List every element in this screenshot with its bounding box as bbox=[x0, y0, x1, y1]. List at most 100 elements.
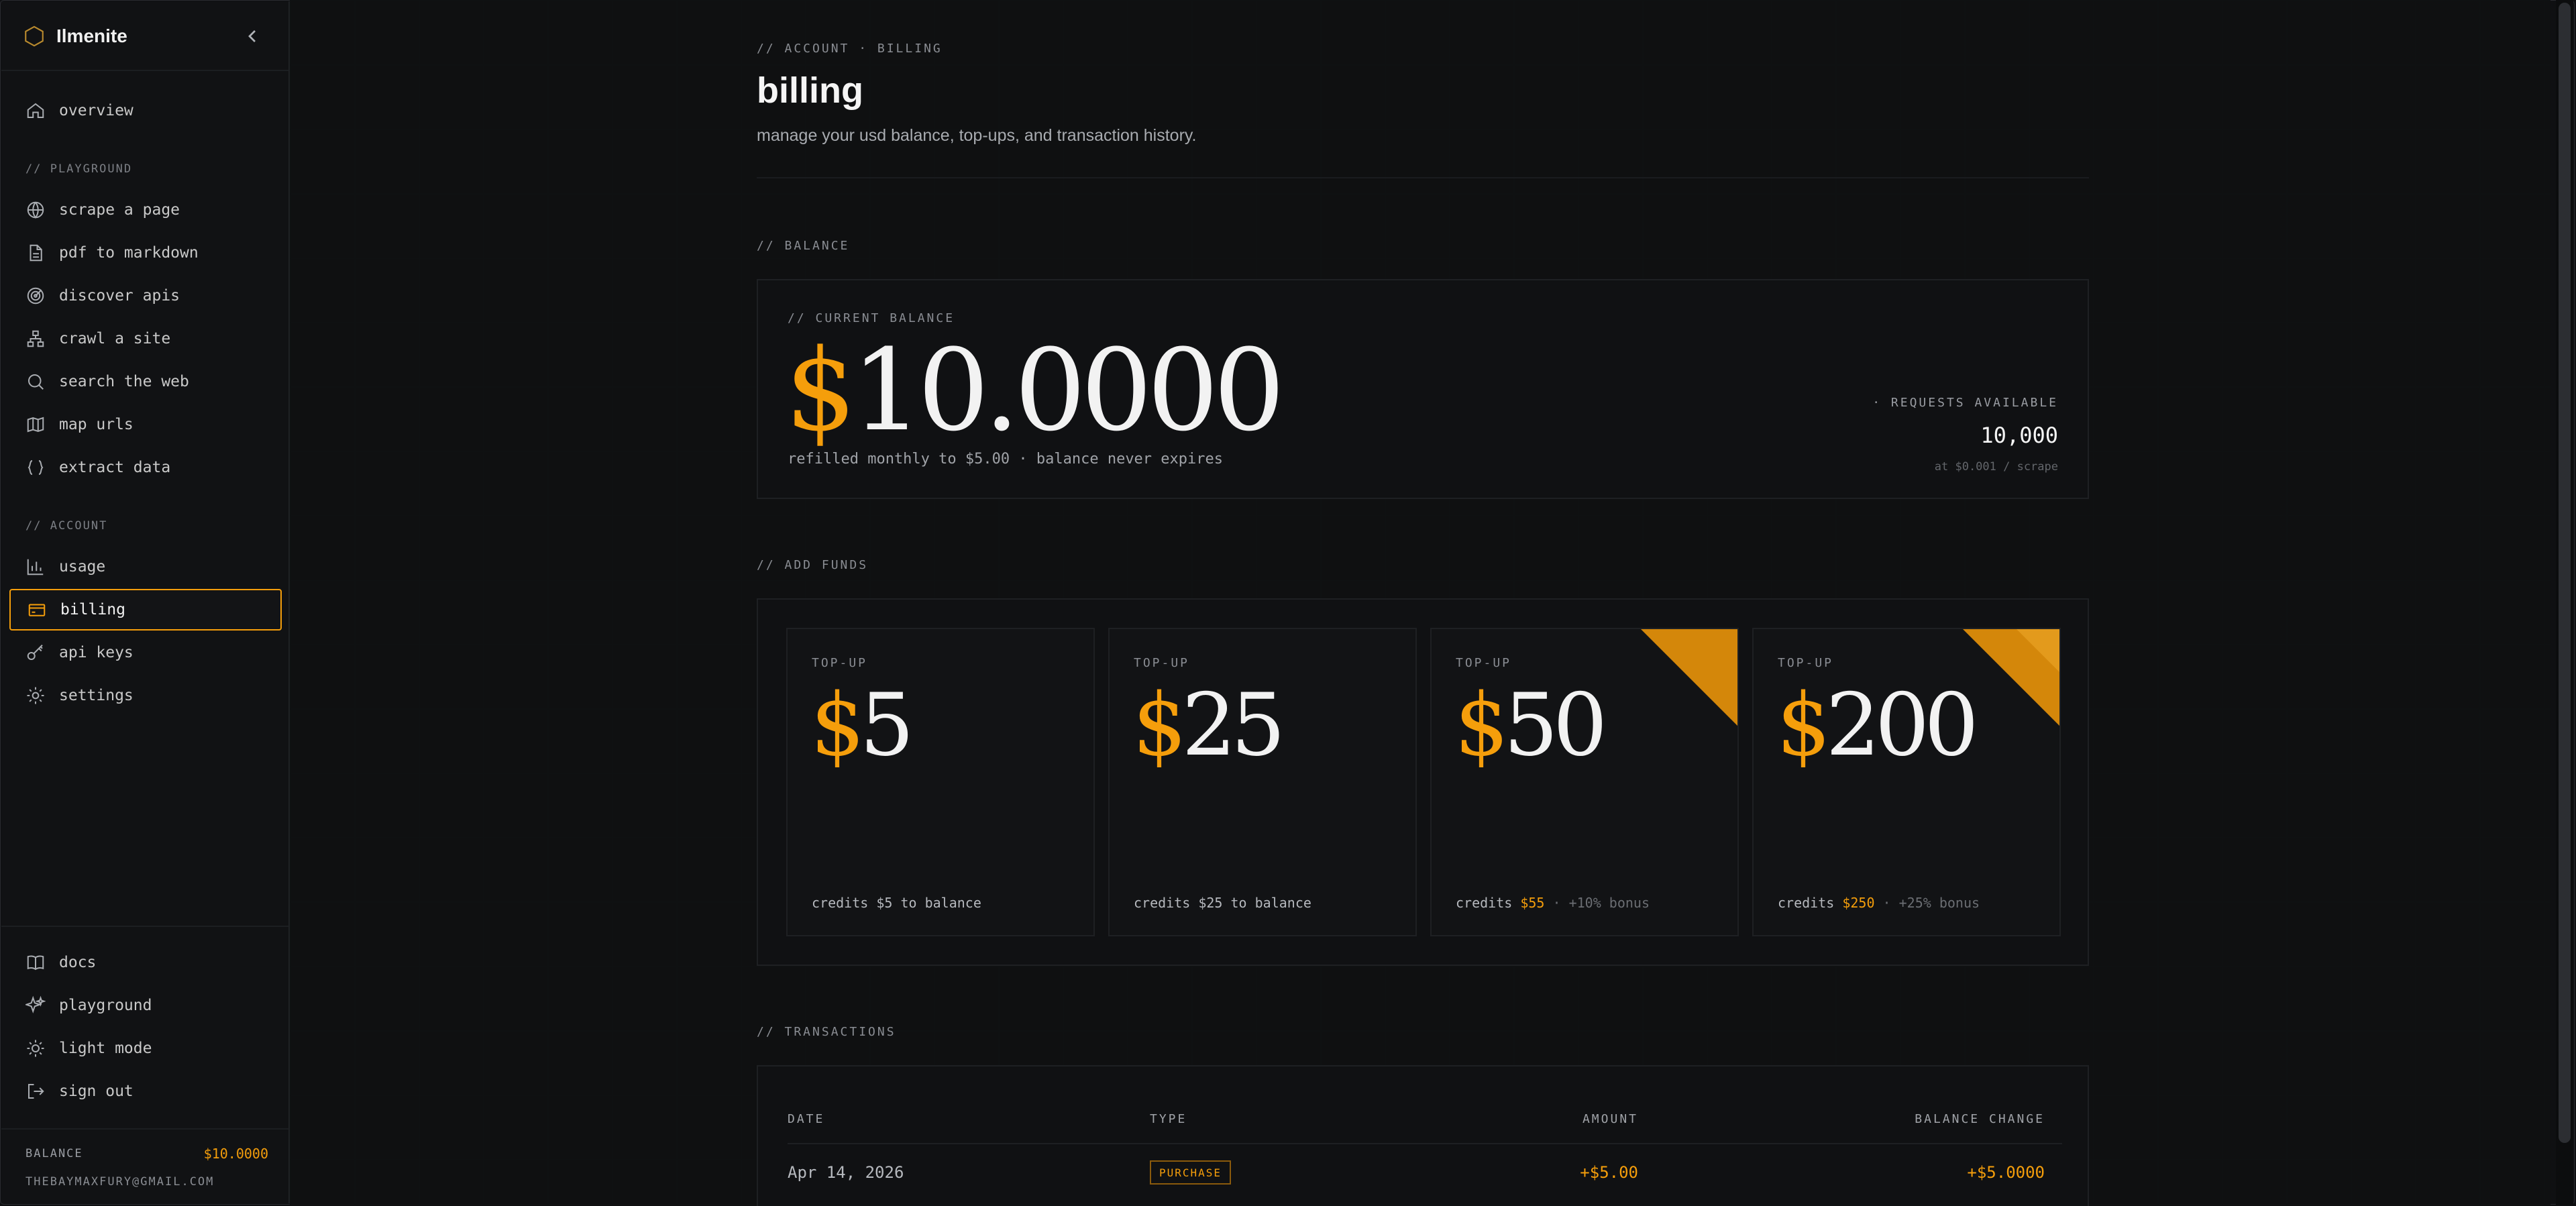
sidebar-balance-label: BALANCE bbox=[25, 1147, 83, 1160]
topup-card-200[interactable]: TOP-UP $200 credits $250 · +25% bonus bbox=[1752, 628, 2061, 936]
rate-note: at $0.001 / scrape bbox=[1934, 460, 2058, 474]
row-amount: +$5.00 bbox=[1580, 1163, 1638, 1182]
file-icon bbox=[30, 244, 42, 262]
note-text: credits $25 to balance bbox=[1134, 895, 1311, 911]
credit-card-icon bbox=[28, 604, 46, 616]
sidebar-item-docs[interactable]: docs bbox=[9, 942, 282, 983]
topup-card-25[interactable]: TOP-UP $25 credits $25 to balance bbox=[1108, 628, 1417, 936]
sidebar-item-playground[interactable]: playground bbox=[9, 985, 282, 1026]
section-title-balance: // BALANCE bbox=[757, 239, 850, 253]
home-icon bbox=[27, 103, 44, 118]
note-bonus: · +25% bonus bbox=[1874, 895, 1980, 911]
card-amount: $5 bbox=[810, 678, 914, 773]
row-balance-change: +$5.0000 bbox=[1967, 1163, 2045, 1182]
scrollbar-thumb[interactable] bbox=[2559, 3, 2571, 1143]
sidebar-item-pdf-to-markdown[interactable]: pdf to markdown bbox=[9, 232, 282, 274]
sidebar-item-label: sign out bbox=[59, 1083, 133, 1100]
balance-panel: // CURRENT BALANCE $10.0000 refilled mon… bbox=[757, 279, 2089, 499]
sidebar-item-label: crawl a site bbox=[59, 330, 171, 347]
sidebar-item-label: pdf to markdown bbox=[59, 244, 199, 262]
hexagon-logo-icon bbox=[25, 25, 44, 47]
sidebar-item-label: playground bbox=[59, 997, 152, 1014]
card-amount-value: 50 bbox=[1503, 675, 1607, 775]
sparkles-icon bbox=[25, 995, 46, 1013]
topup-card-50[interactable]: TOP-UP $50 credits $55 · +10% bonus bbox=[1430, 628, 1739, 936]
chevron-left-icon[interactable] bbox=[241, 25, 263, 47]
sidebar-item-sign-out[interactable]: sign out bbox=[9, 1071, 282, 1112]
currency-symbol: $ bbox=[785, 325, 857, 456]
topup-card-5[interactable]: TOP-UP $5 credits $5 to balance bbox=[786, 628, 1095, 936]
card-kicker: TOP-UP bbox=[812, 656, 868, 670]
sidebar-item-search-the-web[interactable]: search the web bbox=[9, 361, 282, 402]
table-header-divider bbox=[788, 1143, 2062, 1144]
sidebar-item-label: usage bbox=[59, 558, 106, 575]
sidebar-item-label: docs bbox=[59, 954, 97, 971]
sidebar-item-label: extract data bbox=[59, 459, 171, 476]
current-balance-amount: $10.0000 bbox=[785, 334, 1285, 447]
sidebar-item-billing[interactable]: billing bbox=[9, 589, 282, 631]
page-subtitle: manage your usd balance, top-ups, and tr… bbox=[757, 126, 1197, 145]
note-text: credits $5 to balance bbox=[812, 895, 981, 911]
map-icon bbox=[27, 417, 44, 433]
currency-symbol: $ bbox=[810, 675, 865, 775]
sidebar-item-label: map urls bbox=[59, 416, 133, 433]
sidebar-item-label: billing bbox=[60, 601, 125, 618]
logout-icon bbox=[28, 1084, 44, 1099]
sitemap-icon bbox=[27, 330, 44, 347]
transactions-table: DATE TYPE AMOUNT BALANCE CHANGE Apr 14, … bbox=[757, 1065, 2089, 1206]
sidebar-item-settings[interactable]: settings bbox=[9, 675, 282, 716]
globe-icon bbox=[27, 201, 44, 219]
refill-note: refilled monthly to $5.00 · balance neve… bbox=[788, 451, 1224, 468]
brand: Ilmenite bbox=[23, 21, 278, 51]
card-amount: $50 bbox=[1454, 678, 1607, 773]
scrollbar[interactable] bbox=[2556, 0, 2573, 1205]
balance-amount-value: 10.0000 bbox=[851, 325, 1285, 456]
user-email: THEBAYMAXFURY@GMAIL.COM bbox=[25, 1175, 215, 1189]
sidebar-item-scrape-a-page[interactable]: scrape a page bbox=[9, 189, 282, 231]
sidebar-item-light-mode[interactable]: light mode bbox=[9, 1028, 282, 1069]
column-header-type[interactable]: TYPE bbox=[1150, 1112, 1187, 1126]
requests-available-value: 10,000 bbox=[1980, 423, 2058, 448]
divider bbox=[1, 70, 288, 71]
sidebar-item-label: settings bbox=[59, 687, 133, 704]
main-content: // ACCOUNT · BILLING billing manage your… bbox=[290, 0, 2551, 1206]
section-label-playground: // PLAYGROUND bbox=[25, 162, 133, 176]
divider bbox=[1, 926, 288, 927]
sidebar-item-api-keys[interactable]: api keys bbox=[9, 632, 282, 673]
currency-symbol: $ bbox=[1454, 675, 1509, 775]
column-header-balance-change[interactable]: BALANCE CHANGE bbox=[1915, 1112, 2045, 1126]
sidebar-item-label: discover apis bbox=[59, 287, 180, 305]
note-highlight: $55 bbox=[1520, 895, 1545, 911]
content-column: // ACCOUNT · BILLING billing manage your… bbox=[757, 0, 2089, 1206]
note-text: credits bbox=[1456, 895, 1521, 911]
sidebar-item-map-urls[interactable]: map urls bbox=[9, 404, 282, 445]
note-bonus: · +10% bonus bbox=[1544, 895, 1650, 911]
brand-name: Ilmenite bbox=[56, 25, 127, 46]
sidebar-item-overview[interactable]: overview bbox=[9, 90, 282, 131]
sidebar-item-discover-apis[interactable]: discover apis bbox=[9, 275, 282, 317]
header-divider bbox=[757, 177, 2089, 178]
search-icon bbox=[28, 374, 44, 390]
sidebar-item-crawl-a-site[interactable]: crawl a site bbox=[9, 318, 282, 360]
sidebar-item-label: overview bbox=[59, 102, 133, 119]
add-funds-panel: TOP-UP $5 credits $5 to balance TOP-UP $… bbox=[757, 598, 2089, 966]
card-amount-value: 25 bbox=[1181, 675, 1285, 775]
column-header-date[interactable]: DATE bbox=[788, 1112, 824, 1126]
corner-ribbon-icon bbox=[1641, 629, 1737, 726]
current-balance-label: // CURRENT BALANCE bbox=[788, 311, 955, 325]
sidebar-item-usage[interactable]: usage bbox=[9, 546, 282, 588]
card-amount-value: 5 bbox=[859, 675, 914, 775]
book-icon bbox=[27, 955, 44, 971]
note-highlight: $250 bbox=[1842, 895, 1875, 911]
currency-symbol: $ bbox=[1776, 675, 1831, 775]
currency-symbol: $ bbox=[1132, 675, 1187, 775]
sidebar: Ilmenite overview // PLAYGROUND scrape a… bbox=[1, 1, 290, 1203]
section-title-transactions: // TRANSACTIONS bbox=[757, 1025, 896, 1039]
sun-icon bbox=[27, 1040, 44, 1057]
section-title-add-funds: // ADD FUNDS bbox=[757, 558, 869, 572]
corner-ribbon-icon bbox=[1963, 629, 2059, 726]
sidebar-item-extract-data[interactable]: extract data bbox=[9, 447, 282, 488]
card-note: credits $55 · +10% bonus bbox=[1456, 895, 1650, 911]
column-header-amount[interactable]: AMOUNT bbox=[1582, 1112, 1638, 1126]
sidebar-item-label: api keys bbox=[59, 644, 133, 661]
